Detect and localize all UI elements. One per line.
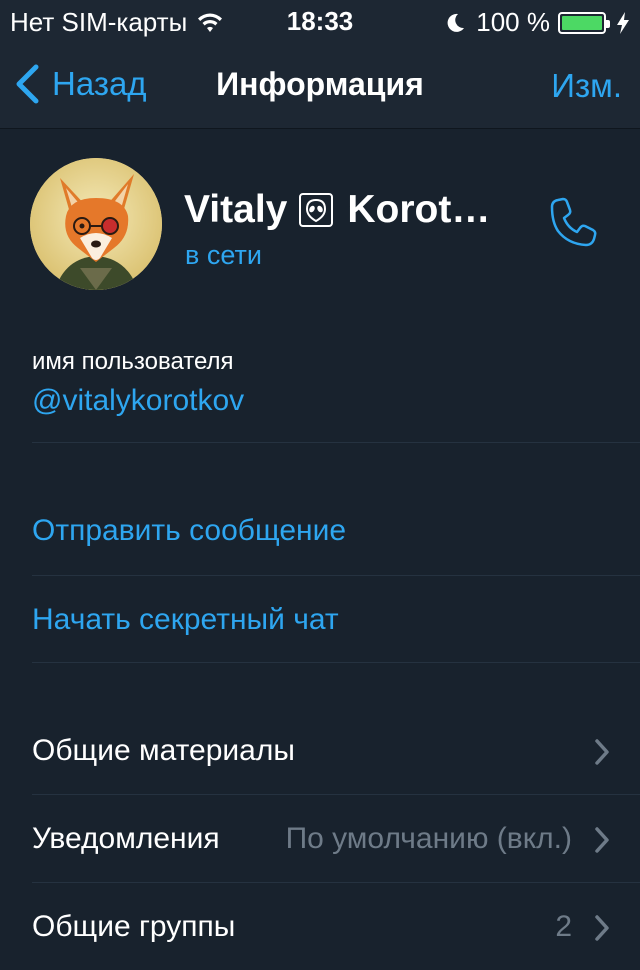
notifications-value: По умолчанию (вкл.) (285, 822, 572, 855)
divider (32, 794, 640, 795)
status-right: 100 % (444, 7, 630, 38)
divider (32, 662, 640, 663)
divider (32, 442, 640, 443)
notifications-row[interactable]: Уведомления По умолчанию (вкл.) (0, 796, 640, 882)
contact-name: Vitaly Korot… (184, 188, 490, 232)
divider (32, 575, 640, 576)
chevron-right-icon (595, 915, 609, 941)
common-groups-count: 2 (555, 910, 572, 943)
status-bar: Нет SIM-карты 18:33 100 % (0, 0, 640, 40)
page-title: Информация (216, 66, 424, 102)
battery-fill (562, 15, 602, 30)
alien-emoji-icon (299, 193, 334, 227)
chevron-right-icon (595, 739, 609, 765)
avatar[interactable] (30, 158, 162, 290)
username-value[interactable]: @vitalykorotkov (32, 384, 244, 418)
online-status: в сети (185, 240, 262, 270)
edit-button[interactable]: Изм. (551, 67, 622, 105)
charging-bolt-icon (617, 11, 629, 34)
notifications-label: Уведомления (32, 822, 220, 855)
chevron-right-icon (595, 827, 609, 853)
fox-avatar-image (30, 158, 162, 290)
battery-percent: 100 % (476, 7, 550, 37)
common-groups-row[interactable]: Общие группы 2 (0, 884, 640, 970)
last-name: Korot… (347, 188, 491, 231)
phone-icon[interactable] (544, 195, 600, 251)
navigation-bar: Назад Информация Изм. (0, 40, 640, 129)
username-label: имя пользователя (32, 348, 234, 375)
divider (32, 882, 640, 883)
battery-tip (606, 19, 610, 28)
moon-icon (447, 13, 465, 32)
send-message-button[interactable]: Отправить сообщение (32, 514, 346, 548)
shared-media-row[interactable]: Общие материалы (0, 708, 640, 794)
common-groups-label: Общие группы (32, 910, 236, 943)
first-name: Vitaly (184, 188, 288, 231)
battery-icon (558, 11, 610, 34)
secret-chat-button[interactable]: Начать секретный чат (32, 603, 339, 637)
shared-media-label: Общие материалы (32, 734, 295, 767)
